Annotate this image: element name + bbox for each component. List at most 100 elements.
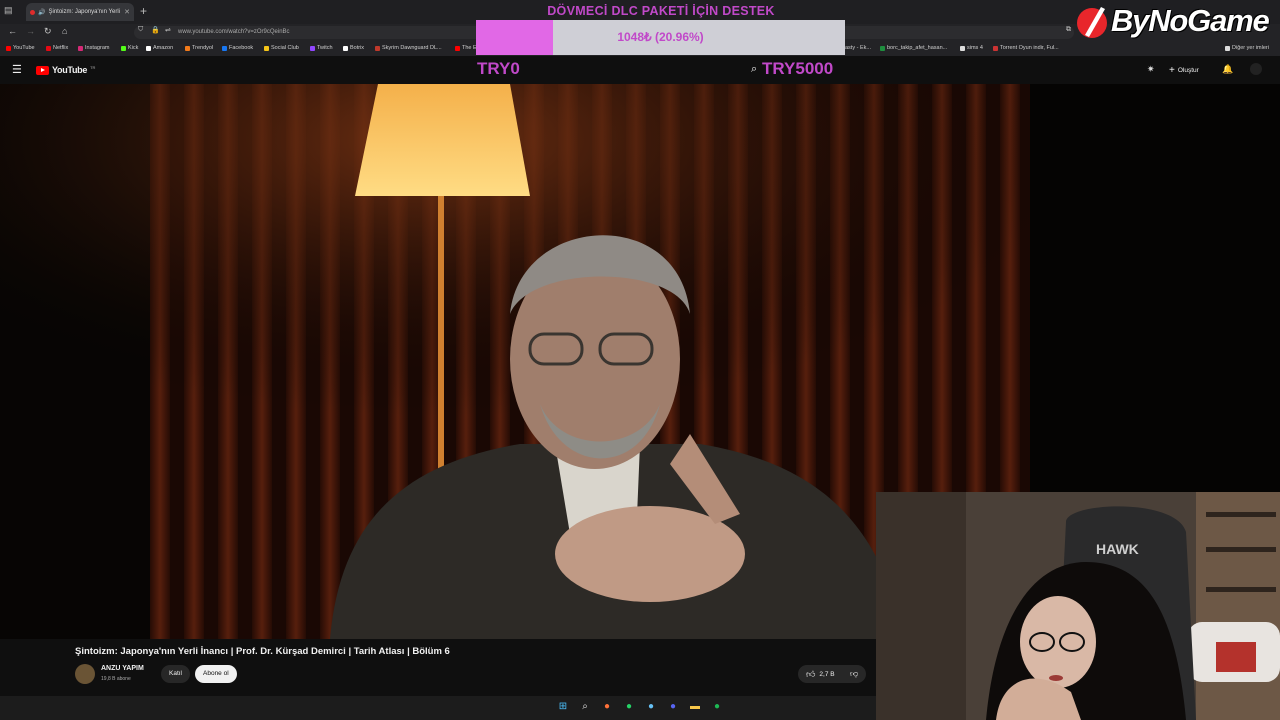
bookmark-label: Twitch	[317, 45, 333, 51]
search-icon[interactable]: ⌕	[751, 63, 757, 76]
search-icon[interactable]: ⌕	[578, 700, 592, 714]
bookmark-favicon-icon	[310, 45, 315, 51]
bookmark-favicon-icon	[146, 45, 151, 51]
bookmark-label: Netflix	[53, 45, 69, 51]
bookmark-item[interactable]: Netflix	[46, 45, 68, 51]
subscribe-button[interactable]: Abone ol	[195, 665, 237, 683]
channel-avatar[interactable]	[75, 664, 95, 684]
speaker-icon: 🔊	[38, 9, 46, 16]
thumbs-down-icon: 👎︎	[849, 669, 859, 678]
thumbs-up-icon: 👍︎	[806, 668, 816, 679]
bookmark-favicon-icon	[222, 45, 227, 51]
bookmark-favicon-icon	[880, 45, 885, 51]
forward-icon[interactable]: →	[26, 26, 35, 36]
bookmark-label: YouTube	[13, 45, 35, 51]
bookmark-item[interactable]: Instagram	[78, 45, 109, 51]
bookmark-item[interactable]: The E	[455, 45, 477, 51]
donation-max-label: TRY5000	[762, 59, 834, 78]
home-icon[interactable]: ⌂	[62, 26, 67, 36]
tab-list-icon[interactable]: ▤	[4, 5, 13, 16]
streamer-logo-text: ByNoGame	[1111, 3, 1270, 38]
subscriber-count: 19,8 B abone	[101, 676, 131, 682]
lock-icon[interactable]: 🔒	[151, 26, 160, 34]
bookmark-item[interactable]: YouTube	[6, 45, 35, 51]
chair-brand-text: HAWK	[1096, 541, 1139, 557]
join-button[interactable]: Katıl	[161, 665, 191, 683]
steam-icon[interactable]: ●	[644, 700, 658, 714]
spotify-icon[interactable]: ●	[710, 700, 724, 714]
donation-goal-title: DÖVMECİ DLC PAKETİ İÇİN DESTEK	[547, 4, 775, 18]
bookmark-label: Botrix	[350, 45, 365, 51]
bookmark-favicon-icon	[343, 45, 348, 51]
bookmark-label: Facebook	[229, 45, 254, 51]
bookmark-label: Skyrim Dawnguard DL...	[382, 45, 442, 51]
bookmark-favicon-icon	[960, 45, 965, 51]
bookmark-favicon-icon	[455, 45, 460, 51]
webcam-image: HAWK	[876, 492, 1280, 720]
feather-logo-icon	[1077, 7, 1107, 38]
bookmark-label: Diğer yer imleri	[1232, 45, 1269, 51]
url-text: www.youtube.com/watch?v=zOr9cQeinBc	[178, 29, 290, 35]
bookmark-favicon-icon	[46, 45, 51, 51]
bookmark-label: Amazon	[153, 45, 174, 51]
like-button[interactable]: 👍︎ 2,7 B	[798, 665, 843, 683]
bookmark-favicon-icon	[375, 45, 380, 51]
bookmark-favicon-icon	[121, 45, 126, 51]
hamburger-menu-icon[interactable]: ☰	[12, 63, 22, 76]
bookmark-label: The E	[462, 45, 477, 51]
back-icon[interactable]: ←	[8, 26, 17, 36]
shield-icon[interactable]: ⛉	[138, 26, 143, 34]
cast-icon[interactable]: ✷	[1147, 64, 1155, 75]
new-tab-icon[interactable]: +	[140, 4, 147, 18]
file-explorer-icon[interactable]: ▬	[688, 700, 702, 714]
youtube-play-icon	[36, 65, 49, 75]
notifications-bell-icon[interactable]: 🔔	[1222, 64, 1233, 75]
bookmark-favicon-icon	[993, 45, 998, 51]
bookmark-item[interactable]: Kick	[121, 45, 138, 51]
browser-tab-active[interactable]: 🔊 Şintoizm: Japonya'nın Yerli ✕	[26, 3, 134, 21]
donation-amount: 1048₺ (20.96%)	[617, 30, 704, 44]
bookmark-favicon-icon	[264, 45, 269, 51]
webcam-overlay: HAWK	[876, 492, 1280, 720]
bookmark-label: sims 4	[967, 45, 983, 51]
recording-indicator-icon	[30, 9, 35, 15]
bookmark-item[interactable]: Torrent Oyun indir, Ful...	[993, 45, 1059, 51]
create-button[interactable]: + Oluştur	[1163, 62, 1205, 78]
screenshot-icon[interactable]: ⧉	[1066, 26, 1071, 34]
bookmark-item[interactable]: sims 4	[960, 45, 983, 51]
bookmark-item[interactable]: borc_takip_afet_hasan...	[880, 45, 947, 51]
youtube-header	[0, 56, 1280, 84]
bookmark-favicon-icon	[185, 45, 190, 51]
bookmark-item[interactable]: Botrix	[343, 45, 364, 51]
bookmark-item[interactable]: Social Club	[264, 45, 299, 51]
tab-title: Şintoizm: Japonya'nın Yerli	[48, 9, 121, 15]
youtube-logo[interactable]: YouTube TR	[36, 65, 95, 75]
bookmark-item[interactable]: Diğer yer imleri	[1225, 45, 1269, 51]
bookmark-favicon-icon	[6, 45, 11, 51]
bookmark-label: Instagram	[85, 45, 110, 51]
reload-icon[interactable]: ↻	[44, 26, 52, 37]
bookmark-item[interactable]: Amazon	[146, 45, 173, 51]
bookmark-label: asty - Ek...	[845, 45, 871, 51]
bookmark-label: Torrent Oyun indir, Ful...	[1000, 45, 1059, 51]
channel-name[interactable]: ANZU YAPIM	[101, 665, 144, 672]
tab-close-icon[interactable]: ✕	[124, 8, 130, 16]
bookmark-label: Trendyol	[192, 45, 214, 51]
windows-start-icon[interactable]: ⊞	[556, 700, 570, 714]
streamer-logo: ByNoGame	[1075, 2, 1270, 40]
bookmark-item[interactable]: Trendyol	[185, 45, 213, 51]
plus-icon: +	[1169, 64, 1175, 76]
dislike-button[interactable]: 👎︎	[842, 665, 866, 683]
bookmark-item[interactable]: Skyrim Dawnguard DL...	[375, 45, 442, 51]
bookmark-favicon-icon	[78, 45, 83, 51]
discord-icon[interactable]: ●	[666, 700, 680, 714]
tune-icon[interactable]: ⇌	[165, 26, 171, 34]
donation-progress-bar: 1048₺ (20.96%)	[476, 20, 845, 55]
user-avatar[interactable]	[1250, 63, 1262, 75]
bookmark-label: Social Club	[271, 45, 299, 51]
whatsapp-icon[interactable]: ●	[622, 700, 636, 714]
bookmark-item[interactable]: Twitch	[310, 45, 333, 51]
bookmark-item[interactable]: Facebook	[222, 45, 253, 51]
firefox-icon[interactable]: ●	[600, 700, 614, 714]
youtube-country-code: TR	[90, 64, 96, 70]
